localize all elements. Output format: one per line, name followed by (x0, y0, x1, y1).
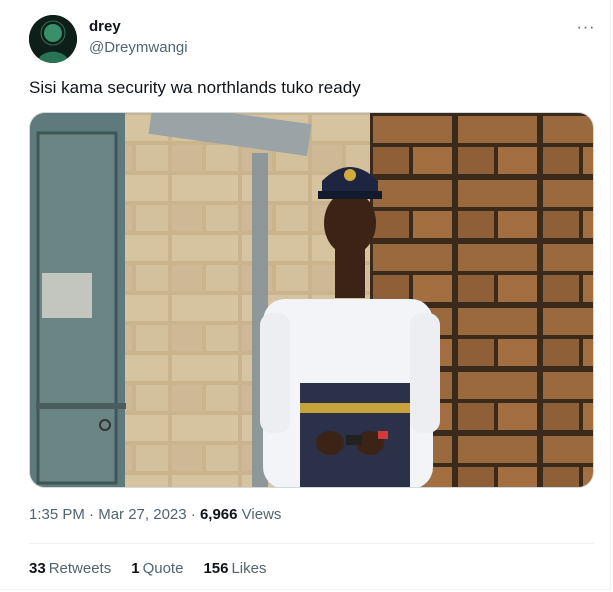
views-count: 6,966 (199, 506, 242, 523)
more-icon[interactable]: ··· (574, 18, 598, 38)
engagement-stats: 33 Retweets 1 Quote 156 Likes (29, 560, 267, 577)
tweet-meta: 1:35 PM · Mar 27, 2023 · 6,966 Views (29, 506, 281, 523)
meta-separator-2: · (190, 506, 200, 523)
quotes-stat[interactable]: 1 Quote (131, 560, 183, 577)
avatar-image (29, 15, 77, 63)
likes-count: 156 (203, 560, 229, 577)
avatar[interactable] (29, 15, 77, 63)
retweets-count: 33 (29, 560, 46, 577)
quotes-label: Quote (142, 560, 184, 577)
likes-label: Likes (231, 560, 267, 577)
tweet-photo[interactable] (29, 112, 594, 488)
tweet-card: drey @Dreymwangi ··· Sisi kama security … (0, 0, 611, 590)
meta-separator: · (89, 506, 99, 523)
divider (29, 543, 594, 544)
quotes-count: 1 (131, 560, 140, 577)
retweets-stat[interactable]: 33 Retweets (29, 560, 111, 577)
likes-stat[interactable]: 156 Likes (203, 560, 266, 577)
security-guard-photo (30, 113, 593, 487)
tweet-text: Sisi kama security wa northlands tuko re… (29, 78, 361, 97)
tweet-time[interactable]: 1:35 PM (29, 506, 89, 523)
views-label: Views (241, 506, 282, 523)
author-handle[interactable]: @Dreymwangi (89, 39, 188, 56)
tweet-date[interactable]: Mar 27, 2023 (98, 506, 191, 523)
author-display-name[interactable]: drey (89, 18, 121, 35)
retweets-label: Retweets (48, 560, 112, 577)
